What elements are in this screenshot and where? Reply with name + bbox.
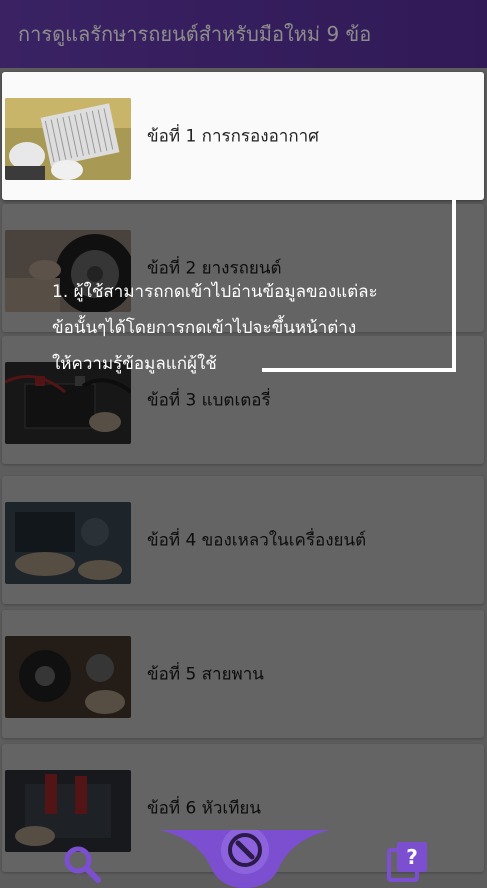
item-label: ข้อที่ 4 ของเหลวในเครื่องยนต์ [147,530,367,551]
list-item-topic-5[interactable]: ข้อที่ 5 สายพาน [2,610,484,738]
tutorial-pointer-vertical [452,200,456,372]
search-icon[interactable] [60,842,104,886]
item-label: ข้อที่ 6 หัวเทียน [147,798,262,819]
app-header: การดูแลรักษารถยนต์สำหรับมือใหม่ 9 ข้อ [0,0,487,68]
item-label: ข้อที่ 3 แบตเตอรี่ [147,390,271,411]
bottom-navigation: ? [0,826,487,888]
tutorial-line-2: ข้อนั้นๆได้โดยการกดเข้าไปจะขึ้นหน้าต่าง [52,318,357,338]
page-title: การดูแลรักษารถยนต์สำหรับมือใหม่ 9 ข้อ [18,22,372,46]
quiz-icon[interactable]: ? [385,840,431,886]
belt-thumbnail [5,636,131,718]
item-label: ข้อที่ 1 การกรองอากาศ [147,126,319,147]
list-item-topic-4[interactable]: ข้อที่ 4 ของเหลวในเครื่องยนต์ [2,476,484,604]
wrench-icon[interactable] [160,826,330,888]
engine-fluid-thumbnail [5,502,131,584]
tutorial-callout: 1. ผู้ใช้สามารถกดเข้าไปอ่านข้อมูลของแต่ล… [52,274,452,382]
tutorial-line-3: ให้ความรู้ข้อมูลแก่ผู้ใช้ [52,354,217,374]
tutorial-line-1: 1. ผู้ใช้สามารถกดเข้าไปอ่านข้อมูลของแต่ล… [52,282,378,302]
item-label: ข้อที่ 5 สายพาน [147,664,264,685]
list-item-topic-1-highlighted[interactable]: ข้อที่ 1 การกรองอากาศ [2,72,484,200]
svg-text:?: ? [406,845,418,869]
air-filter-thumbnail [5,98,131,180]
